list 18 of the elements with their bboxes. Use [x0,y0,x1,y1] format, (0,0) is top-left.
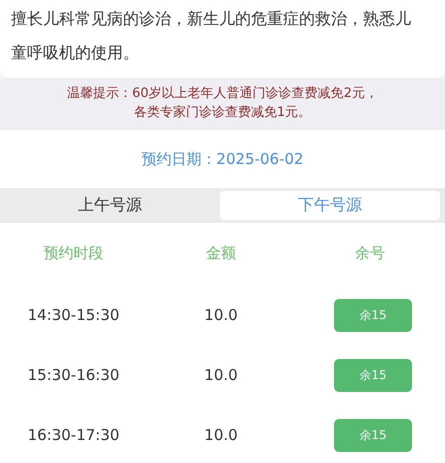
amount: 10.0 [204,426,238,444]
time-slot: 15:30-16:30 [28,366,120,384]
remaining-slots-button[interactable]: 余15 [334,418,412,452]
notice-text: 温馨提示：60岁以上老年人普通门诊诊查费减免2元， [66,84,379,103]
column-header: 预约时段 [44,244,104,262]
remaining-slots-button[interactable]: 余15 [334,358,412,392]
notice-text: 各类专家门诊诊查费减免1元。 [132,104,312,122]
session-tab[interactable]: 上午号源 [0,191,220,220]
column-header: 余号 [355,244,385,262]
doctor-description: 擅长儿科常见病的诊治，新生儿的危重症的救治，熟悉儿童呼吸机的使用。 [11,8,412,64]
amount: 10.0 [204,306,238,324]
column-header: 金额 [206,244,236,262]
session-tab[interactable]: 下午号源 [220,191,440,220]
time-slot: 16:30-17:30 [28,426,120,444]
time-slot: 14:30-15:30 [28,306,120,324]
amount: 10.0 [204,366,238,384]
appointment-date: 预约日期：2025-06-02 [141,150,304,168]
remaining-slots-button[interactable]: 余15 [334,298,412,332]
